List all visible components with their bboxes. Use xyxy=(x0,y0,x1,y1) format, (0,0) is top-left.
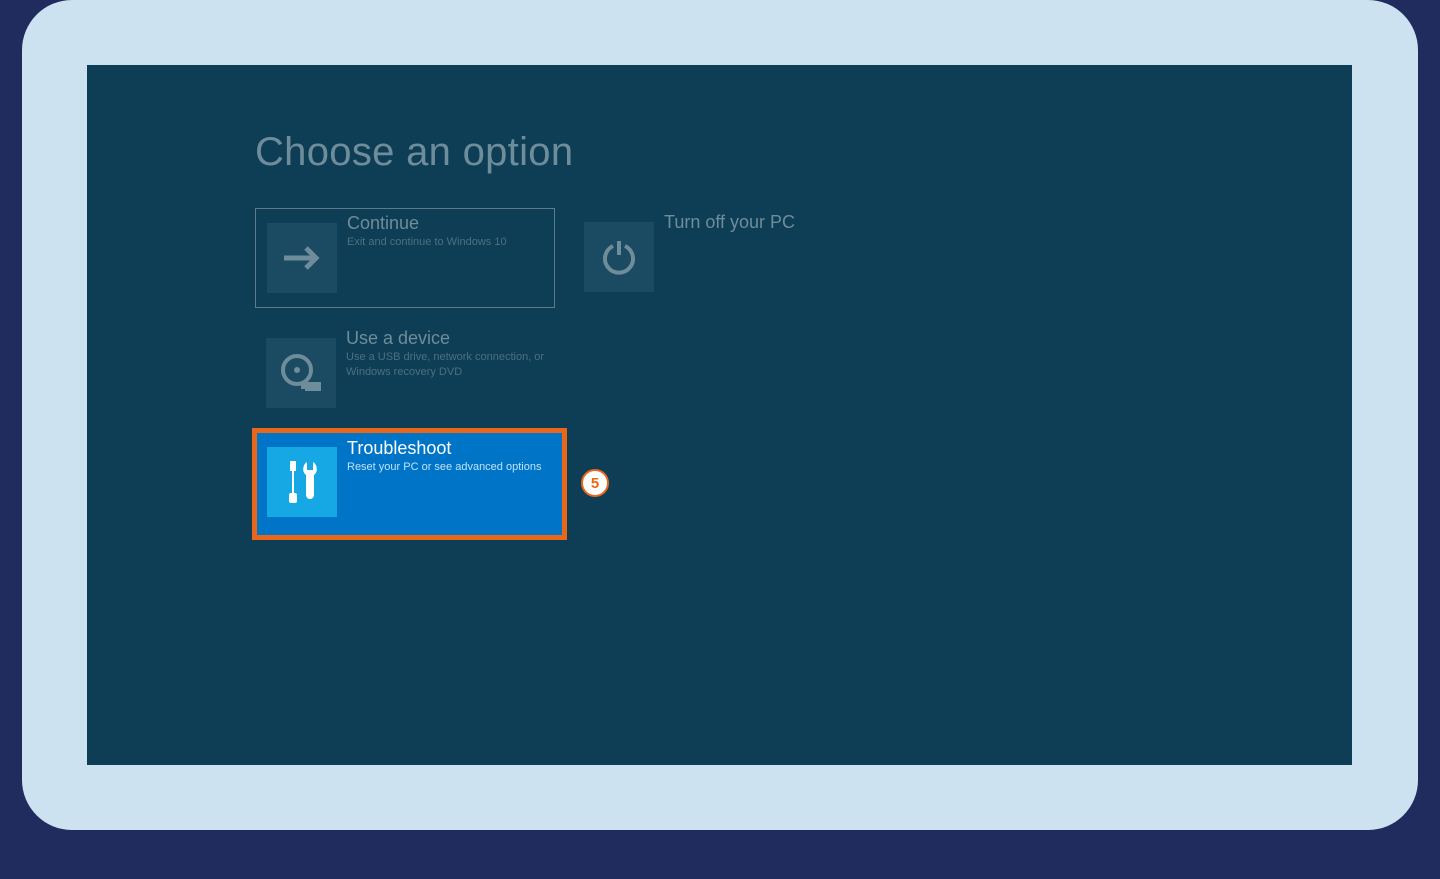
arrow-right-icon xyxy=(267,223,337,293)
use-device-title: Use a device xyxy=(346,327,546,349)
disc-usb-icon xyxy=(266,338,336,408)
continue-title: Continue xyxy=(347,212,507,234)
step-badge: 5 xyxy=(581,469,609,497)
tools-icon xyxy=(267,447,337,517)
troubleshoot-tile[interactable]: Troubleshoot Reset your PC or see advanc… xyxy=(257,433,562,535)
page-title: Choose an option xyxy=(255,130,573,175)
turn-off-title: Turn off your PC xyxy=(664,211,795,233)
use-device-sub: Use a USB drive, network connection, or … xyxy=(346,350,546,380)
power-icon xyxy=(584,222,654,292)
troubleshoot-sub: Reset your PC or see advanced options xyxy=(347,460,541,475)
continue-sub: Exit and continue to Windows 10 xyxy=(347,235,507,250)
use-device-tile[interactable]: Use a device Use a USB drive, network co… xyxy=(255,324,555,424)
turn-off-tile[interactable]: Turn off your PC xyxy=(584,208,884,308)
recovery-screen: Choose an option Continue Exit and conti… xyxy=(87,65,1352,765)
continue-tile[interactable]: Continue Exit and continue to Windows 10 xyxy=(255,208,555,308)
card: Choose an option Continue Exit and conti… xyxy=(22,0,1418,830)
troubleshoot-title: Troubleshoot xyxy=(347,433,541,459)
